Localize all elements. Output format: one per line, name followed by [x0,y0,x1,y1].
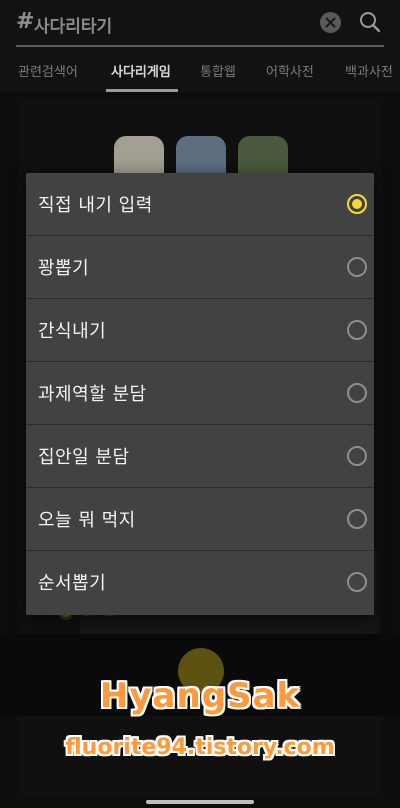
option-custom-input[interactable]: 직접 내기 입력 [26,173,374,236]
option-what-to-eat[interactable]: 오늘 뭐 먹지 [26,488,374,551]
watermark-url: fluorite94.tistory.com [65,735,335,760]
search-input[interactable]: 사다리타기 [34,12,112,37]
radio-unselected[interactable] [347,383,367,403]
option-label: 간식내기 [38,321,107,342]
hash-icon: # [16,9,35,34]
search-bar: # 사다리타기 [0,0,400,48]
close-icon [325,17,336,28]
radio-unselected[interactable] [347,446,367,466]
radio-unselected[interactable] [347,572,367,592]
option-label: 집안일 분담 [38,447,130,468]
search-button[interactable] [358,10,382,34]
radio-unselected[interactable] [347,257,367,277]
option-label: 과제역할 분담 [38,384,147,405]
tab-language-dictionary[interactable]: 어학사전 [266,61,314,80]
watermark-name: HyangSak [99,676,301,716]
search-underline [16,45,384,47]
option-chores[interactable]: 집안일 분담 [26,425,374,488]
home-indicator[interactable] [146,800,254,804]
tab-ladder-game[interactable]: 사다리게임 [111,61,171,80]
radio-selected[interactable] [347,194,367,214]
option-order-draw[interactable]: 순서뽑기 [26,551,374,614]
option-snack[interactable]: 간식내기 [26,299,374,362]
tab-bar: 관련검색어 사다리게임 통합웹 어학사전 백과사전 [0,48,400,92]
option-label: 순서뽑기 [38,573,107,594]
option-label: 꽝뽑기 [38,258,90,279]
option-label: 직접 내기 입력 [38,195,153,216]
radio-unselected[interactable] [347,320,367,340]
option-task-split[interactable]: 과제역할 분담 [26,362,374,425]
tab-encyclopedia[interactable]: 백과사전 [345,61,393,80]
radio-unselected[interactable] [347,509,367,529]
preset-select-dialog: 직접 내기 입력 꽝뽑기 간식내기 과제역할 분담 집안일 분담 오늘 뭐 먹지… [26,173,374,615]
option-lottery[interactable]: 꽝뽑기 [26,236,374,299]
clear-search-button[interactable] [320,12,341,33]
tab-related-keywords[interactable]: 관련검색어 [18,61,78,80]
search-icon [360,12,381,33]
tab-integrated-web[interactable]: 통합웹 [200,61,236,80]
option-label: 오늘 뭐 먹지 [38,510,136,531]
